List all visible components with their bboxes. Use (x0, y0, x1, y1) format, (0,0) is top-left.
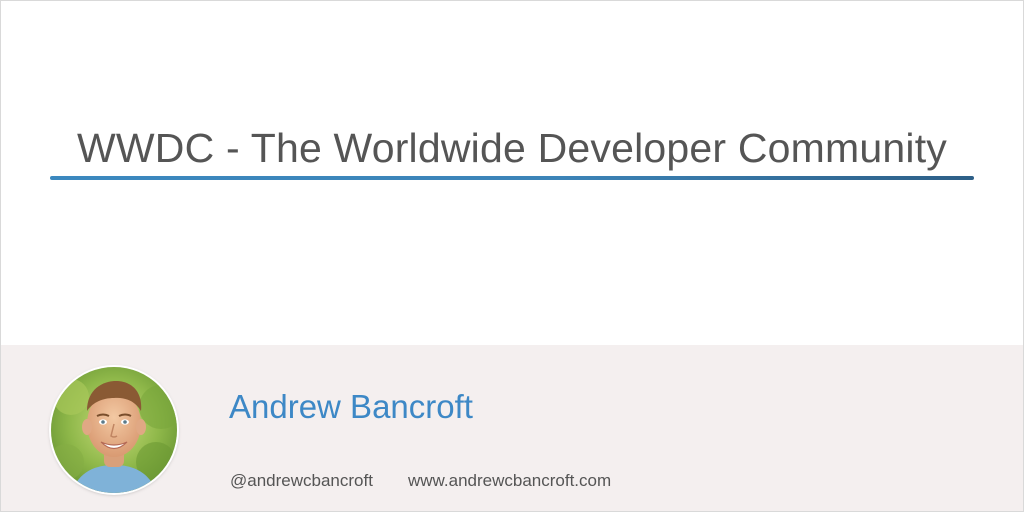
author-website[interactable]: www.andrewcbancroft.com (408, 471, 611, 491)
share-card: WWDC - The Worldwide Developer Community (0, 0, 1024, 512)
avatar (51, 367, 177, 493)
title-section: WWDC - The Worldwide Developer Community (1, 1, 1023, 345)
author-handle[interactable]: @andrewcbancroft (230, 471, 373, 491)
title-underline (50, 176, 974, 180)
author-name[interactable]: Andrew Bancroft (229, 388, 473, 426)
author-footer: Andrew Bancroft @andrewcbancroft www.and… (1, 345, 1023, 511)
avatar-photo (51, 367, 177, 493)
post-title: WWDC - The Worldwide Developer Community (77, 125, 947, 171)
